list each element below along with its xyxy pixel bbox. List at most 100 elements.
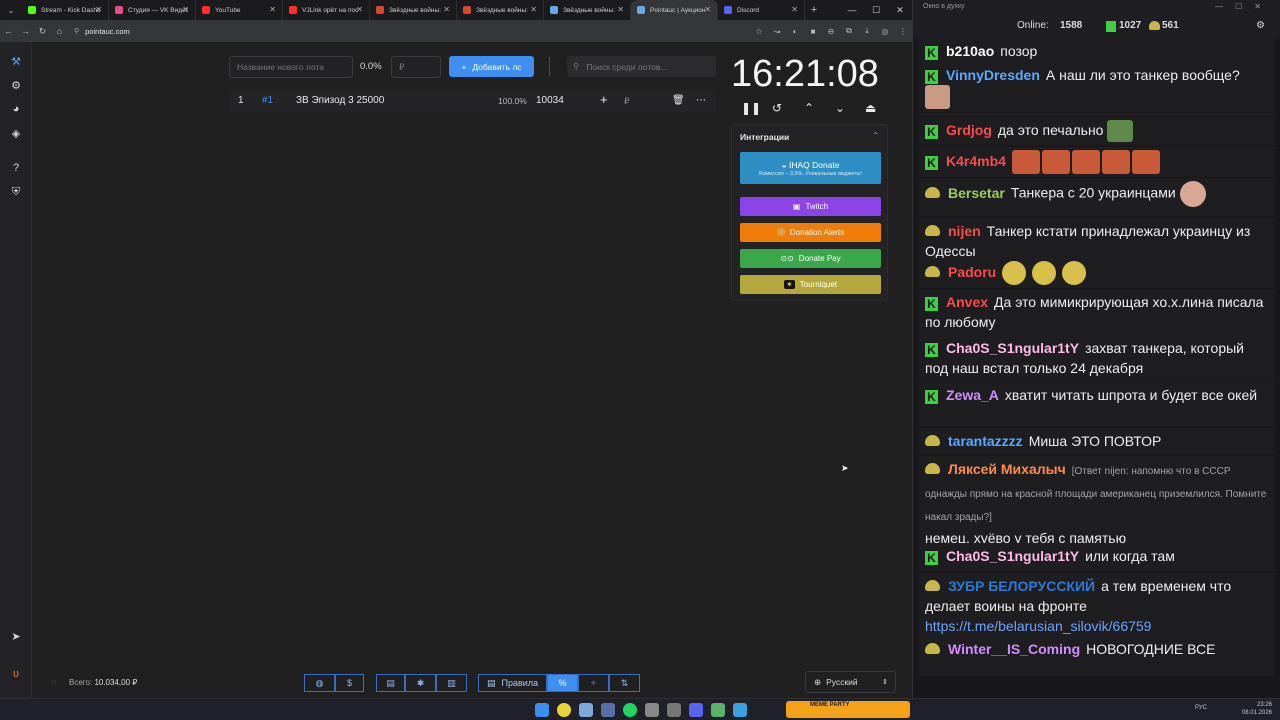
close-tab-icon[interactable]: ✕ (704, 5, 711, 14)
hide-total-icon[interactable]: ◌ (51, 677, 56, 687)
new-lot-name-input[interactable]: Название нового лота (229, 56, 353, 78)
twitch-integration-button[interactable]: ▣ Twitch (740, 197, 881, 216)
site-info-icon[interactable]: ⚲ (74, 27, 79, 35)
close-window-icon[interactable]: ✕ (888, 0, 912, 20)
close-tab-icon[interactable]: ✕ (530, 5, 537, 14)
add-lot-button[interactable]: + Добавить лс (449, 56, 534, 77)
chat-username[interactable]: Bersetar (948, 185, 1005, 201)
reset-timer-icon[interactable]: ↺ (772, 101, 782, 115)
time-down-icon[interactable]: ⌄ (835, 101, 845, 115)
tourniquet-button[interactable]: ✶ Tourniquet (740, 275, 881, 294)
bookmark-star-icon[interactable]: ☆ (750, 27, 768, 36)
settings-gear-icon[interactable]: ⚙ (8, 77, 24, 93)
donation-alerts-button[interactable]: Ⓓ Donation Alerts (740, 223, 881, 242)
browser-tab[interactable]: Discord ✕ (718, 0, 805, 20)
collapse-chevron-icon[interactable]: ⌃ (872, 131, 879, 140)
new-tab-button[interactable]: + (805, 4, 823, 16)
time-up-icon[interactable]: ⌃ (804, 101, 814, 115)
auction-hammer-icon[interactable]: ⚒ (8, 53, 24, 69)
extension-icon[interactable]: ⊖ (822, 27, 840, 36)
chat-username[interactable]: b210ao (946, 43, 994, 59)
sort-icon[interactable]: ⇅ (609, 674, 640, 692)
browser-tab[interactable]: VJLink орёт на пос ✕ (283, 0, 370, 20)
close-tab-icon[interactable]: ✕ (182, 5, 189, 14)
clock[interactable]: 23:26 08.01.2026 (1242, 701, 1272, 717)
lot-add-amount-icon[interactable]: + (600, 92, 608, 107)
wheel-icon[interactable]: ◕ (8, 101, 24, 117)
lot-amount-input[interactable]: ₽ (624, 96, 630, 107)
ihaq-donate-button[interactable]: ◒ IHAQ Donate Комиссия – 3,5%. Уникальны… (740, 152, 881, 184)
browser-tab[interactable]: Звёздные войны: ✕ (457, 0, 544, 20)
save-icon[interactable]: ▤ (376, 674, 405, 692)
close-tab-icon[interactable]: ✕ (269, 5, 276, 14)
clear-lots-icon[interactable]: ▥ (436, 674, 467, 692)
chat-username[interactable]: Cha0S_S1ngular1tY (946, 548, 1079, 564)
close-tab-icon[interactable]: ✕ (95, 5, 102, 14)
chrome-icon[interactable] (557, 703, 571, 717)
lot-name[interactable]: ЗВ Эпизод 3 25000 (296, 95, 384, 106)
telegram-icon[interactable]: ➤ (8, 628, 24, 644)
donate-dollar-icon[interactable]: $ (335, 674, 364, 692)
window-controls[interactable]: —☐✕ (1215, 0, 1273, 14)
language-indicator[interactable]: РУС (1195, 705, 1207, 711)
chat-username[interactable]: Winter__IS_Coming (948, 641, 1080, 657)
time-max-icon[interactable]: ⏏ (865, 101, 876, 115)
close-tab-icon[interactable]: ✕ (617, 5, 624, 14)
language-select[interactable]: ⊕ Русский ⇕ (805, 671, 896, 693)
minimize-icon[interactable]: — (840, 0, 864, 20)
github-icon[interactable]: ◍ (304, 674, 335, 692)
new-lot-amount-input[interactable]: ₽ (391, 56, 441, 78)
split-icon[interactable]: ÷ (578, 674, 609, 692)
shield-icon[interactable]: ⛨ (8, 184, 24, 200)
chat-username[interactable]: Anvex (946, 294, 988, 310)
profile-icon[interactable]: ◎ (876, 27, 894, 36)
lot-more-icon[interactable]: ⋯ (696, 95, 706, 106)
browser-tab[interactable]: Звёздные войны: ✕ (370, 0, 457, 20)
close-tab-icon[interactable]: ✕ (443, 5, 450, 14)
lot-search-input[interactable]: ⚲ Поиск среди лотов... (567, 56, 716, 77)
bug-icon[interactable]: ✱ (405, 674, 436, 692)
extensions-puzzle-icon[interactable]: ⧉ (840, 26, 858, 36)
donate-pay-button[interactable]: ⊙⊙ Donate Pay (740, 249, 881, 268)
app-icon[interactable] (645, 703, 659, 717)
steam-icon[interactable] (601, 703, 615, 717)
app-icon[interactable] (667, 703, 681, 717)
menu-icon[interactable]: ⋮ (894, 27, 912, 36)
browser-tab[interactable]: Stream - Kick Dashb ✕ (22, 0, 109, 20)
home-icon[interactable]: ⌂ (51, 26, 68, 36)
close-tab-icon[interactable]: ✕ (356, 5, 363, 14)
chat-username[interactable]: Padoru (948, 264, 996, 280)
browser-tab[interactable]: Pointauc | Аукцион ✕ (631, 0, 718, 20)
chat-username[interactable]: Ляксей Михалыч (948, 461, 1066, 477)
extension-icon[interactable]: ◐ (786, 27, 804, 36)
tab-search-icon[interactable]: ⌄ (0, 0, 22, 20)
windows-start-icon[interactable] (535, 703, 549, 717)
delete-lot-icon[interactable]: 🗑 (672, 95, 685, 106)
spotify-icon[interactable] (623, 703, 637, 717)
app-icon[interactable] (579, 703, 593, 717)
chat-username[interactable]: Cha0S_S1ngular1tY (946, 340, 1079, 356)
app-icon[interactable] (711, 703, 725, 717)
url-field[interactable]: ⚲ pointauc.com (74, 27, 130, 36)
chat-username[interactable]: Grdjog (946, 122, 992, 138)
discord-icon[interactable] (689, 703, 703, 717)
browser-tab[interactable]: Студия — VK Видео ✕ (109, 0, 196, 20)
browser-tab[interactable]: Звёздные войны: ✕ (544, 0, 631, 20)
chat-username[interactable]: ЗУБР БЕЛОРУССКИЙ (948, 578, 1095, 594)
help-icon[interactable]: ? (8, 160, 24, 176)
chat-link[interactable]: https://t.me/belarusian_silovik/66759 (925, 618, 1151, 634)
chat-username[interactable]: VinnyDresden (946, 67, 1040, 83)
browser-tab[interactable]: YouTube ✕ (196, 0, 283, 20)
extension-icon[interactable]: ■ (804, 27, 822, 36)
forward-icon[interactable]: → (17, 26, 34, 36)
chat-username[interactable]: Zewa_A (946, 387, 999, 403)
download-icon[interactable]: ⤓ (858, 26, 876, 36)
chat-username[interactable]: K4r4mb4 (946, 153, 1006, 169)
telegram-taskbar-icon[interactable] (733, 703, 747, 717)
percent-toggle[interactable]: % (547, 674, 578, 692)
logo-icon[interactable]: ʋ (8, 666, 24, 682)
maximize-icon[interactable]: ☐ (864, 0, 888, 20)
back-icon[interactable]: ← (0, 26, 17, 36)
chat-settings-gear-icon[interactable]: ⚙ (1256, 20, 1265, 31)
meme-party-widget[interactable]: MEME PARTY (786, 701, 910, 718)
